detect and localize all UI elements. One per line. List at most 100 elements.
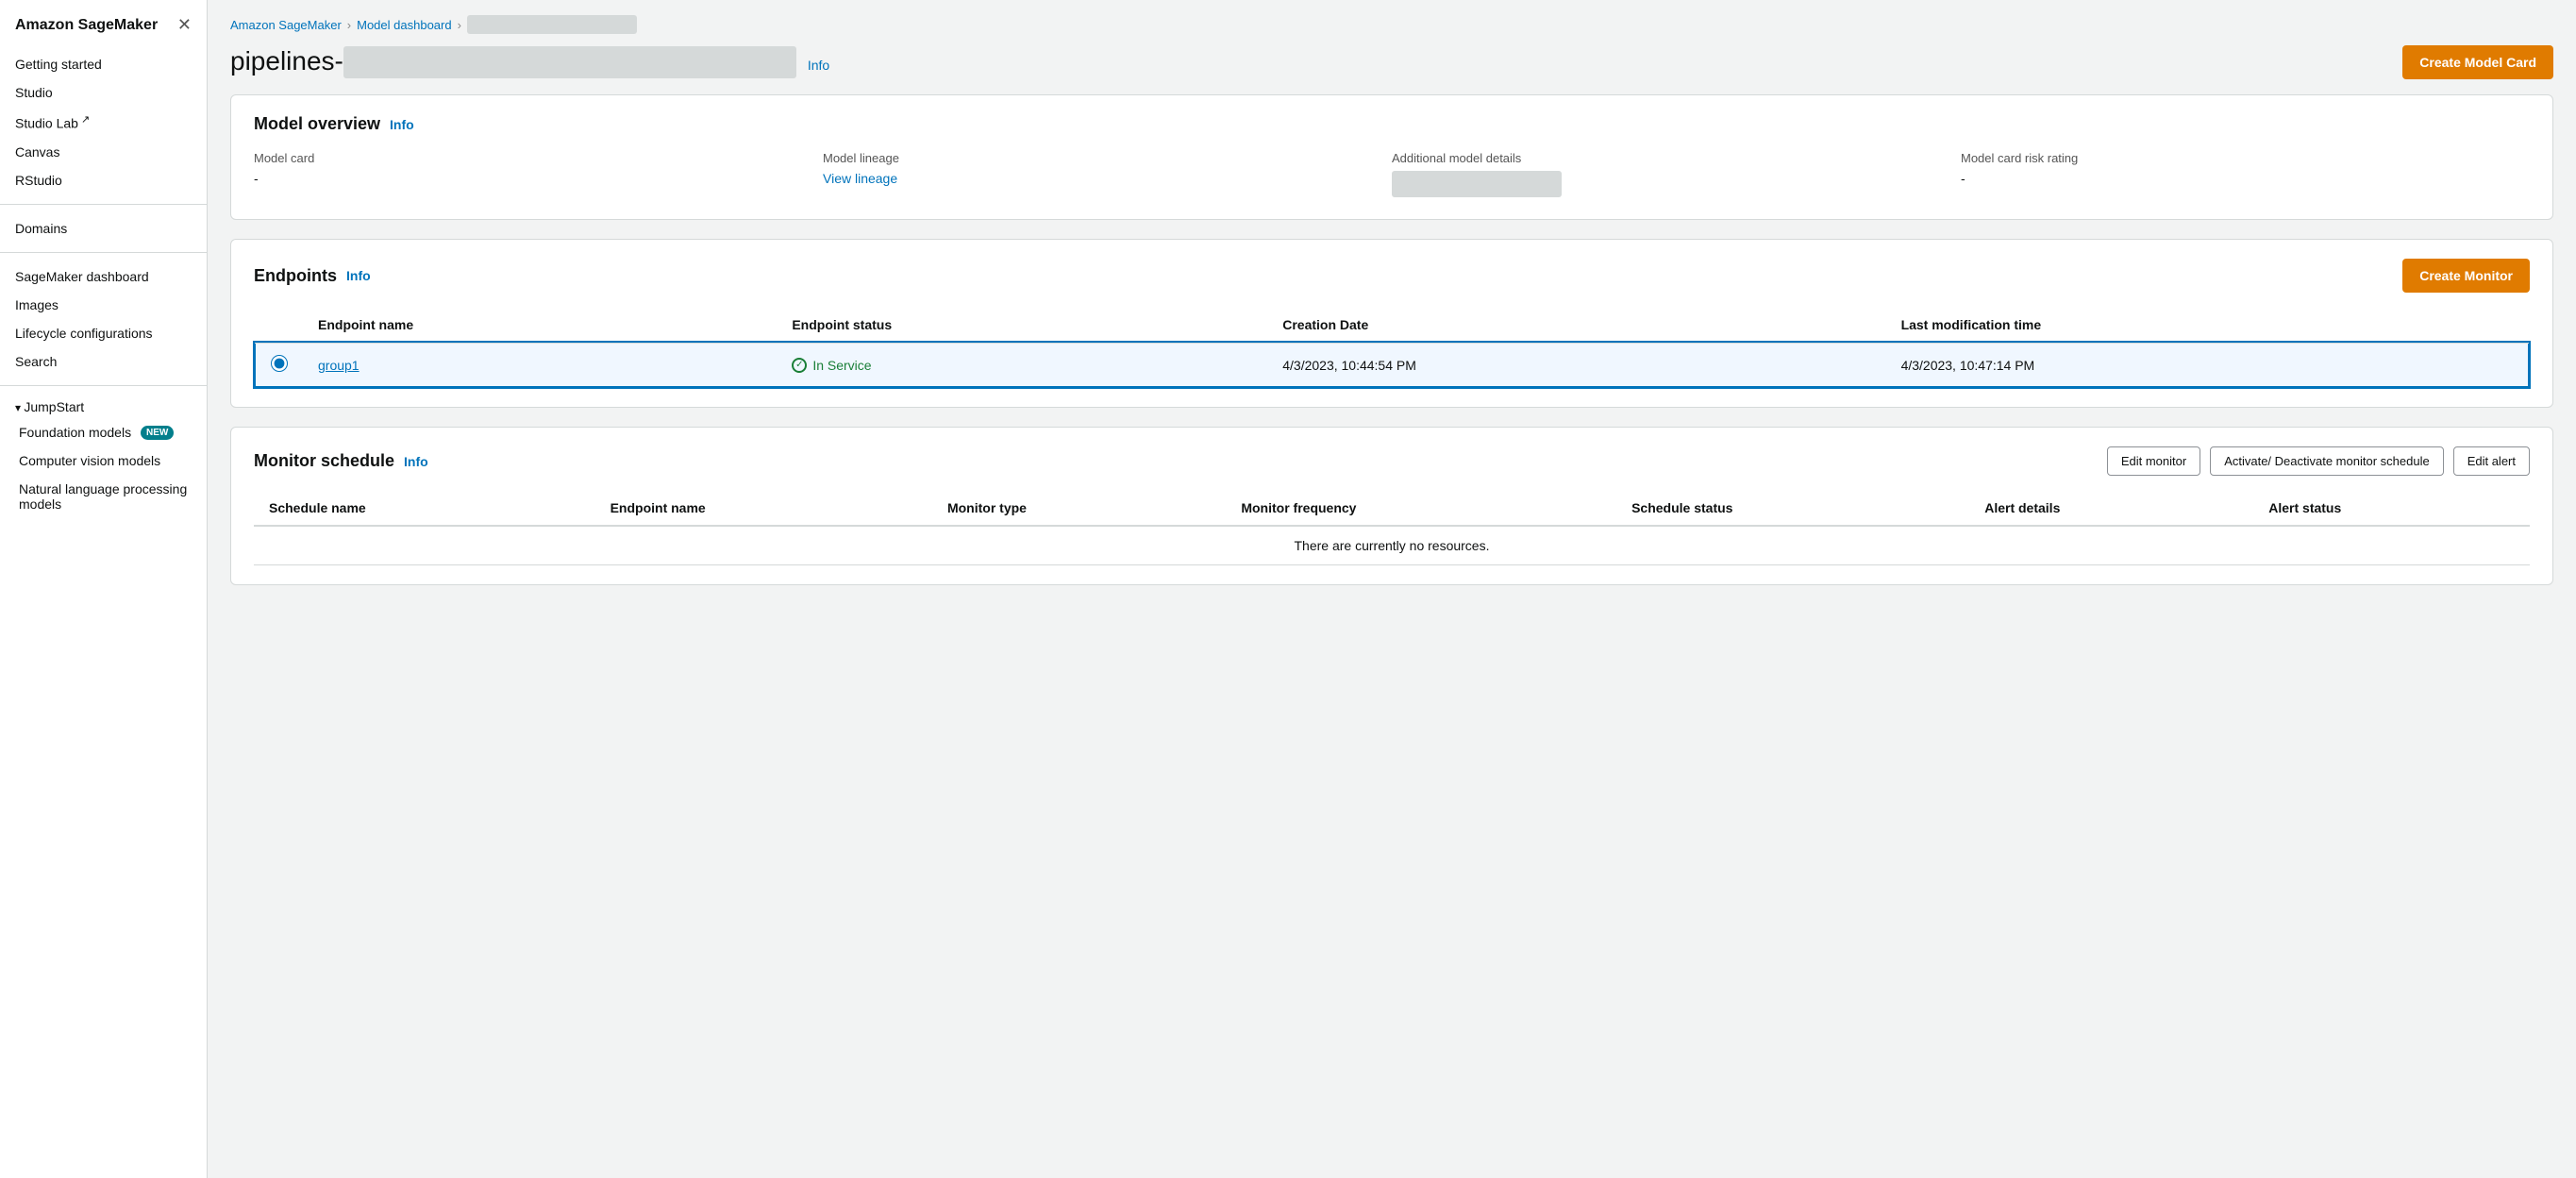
overview-col-risk-rating: Model card risk rating -: [1961, 151, 2530, 200]
breadcrumb-sagemaker[interactable]: Amazon SageMaker: [230, 18, 342, 32]
foundation-models-label: Foundation models: [19, 425, 131, 440]
sidebar-item-lifecycle-configurations[interactable]: Lifecycle configurations: [0, 319, 207, 347]
model-card-value: -: [254, 171, 804, 186]
page-title: pipelines-: [230, 46, 796, 79]
sidebar-header: Amazon SageMaker ✕: [0, 15, 207, 50]
sidebar-item-search[interactable]: Search: [0, 347, 207, 376]
monitor-col-endpoint-name: Endpoint name: [595, 491, 932, 526]
monitor-col-schedule-name: Schedule name: [254, 491, 595, 526]
monitor-col-alert-status: Alert status: [2253, 491, 2530, 526]
monitor-col-monitor-frequency: Monitor frequency: [1226, 491, 1616, 526]
endpoints-col-last-modified: Last modification time: [1886, 308, 2529, 343]
sidebar-title: Amazon SageMaker: [15, 17, 158, 34]
monitor-actions: Edit monitor Activate/ Deactivate monito…: [2107, 446, 2530, 476]
create-model-card-button[interactable]: Create Model Card: [2402, 45, 2553, 79]
sidebar-item-rstudio[interactable]: RStudio: [0, 166, 207, 194]
endpoint-row-name: group1: [303, 343, 777, 387]
sidebar-item-studio[interactable]: Studio: [0, 78, 207, 107]
status-circle-icon: ✓: [792, 358, 807, 373]
monitor-header-row: Schedule name Endpoint name Monitor type…: [254, 491, 2530, 526]
edit-alert-button[interactable]: Edit alert: [2453, 446, 2530, 476]
sidebar: Amazon SageMaker ✕ Getting started Studi…: [0, 0, 208, 1178]
endpoints-col-radio: [255, 308, 303, 343]
sidebar-divider-2: [0, 252, 207, 253]
monitor-header: Monitor schedule Info Edit monitor Activ…: [254, 446, 2530, 476]
endpoints-header: Endpoints Info Create Monitor: [254, 259, 2530, 293]
page-title-left: pipelines- Info: [230, 46, 829, 79]
endpoints-table-body: group1 ✓ In Service 4/3/2023, 10:44:54 P…: [255, 343, 2529, 387]
additional-details-label: Additional model details: [1392, 151, 1942, 165]
sidebar-item-canvas[interactable]: Canvas: [0, 138, 207, 166]
risk-rating-value: -: [1961, 171, 2511, 186]
model-overview-info-link[interactable]: Info: [390, 117, 414, 132]
sidebar-close-button[interactable]: ✕: [177, 15, 192, 35]
endpoint-row-creation-date: 4/3/2023, 10:44:54 PM: [1267, 343, 1885, 387]
risk-rating-label: Model card risk rating: [1961, 151, 2511, 165]
monitor-no-resources-row: There are currently no resources.: [254, 526, 2530, 565]
page-info-link[interactable]: Info: [808, 58, 829, 73]
monitor-schedule-card: Monitor schedule Info Edit monitor Activ…: [230, 427, 2553, 585]
endpoint-row-radio-cell: [255, 343, 303, 387]
studio-lab-label: Studio Lab: [15, 116, 78, 131]
sidebar-item-computer-vision-models[interactable]: Computer vision models: [0, 446, 207, 475]
create-monitor-button[interactable]: Create Monitor: [2402, 259, 2530, 293]
model-overview-title: Model overview Info: [254, 114, 2530, 134]
endpoint-name-link[interactable]: group1: [318, 358, 360, 373]
model-card-label: Model card: [254, 151, 804, 165]
sidebar-divider-3: [0, 385, 207, 386]
sidebar-item-getting-started[interactable]: Getting started: [0, 50, 207, 78]
model-lineage-label: Model lineage: [823, 151, 1373, 165]
table-row[interactable]: group1 ✓ In Service 4/3/2023, 10:44:54 P…: [255, 343, 2529, 387]
main-content: Amazon SageMaker › Model dashboard › pip…: [208, 0, 2576, 1178]
breadcrumb-model-dashboard[interactable]: Model dashboard: [357, 18, 451, 32]
endpoint-row-status: ✓ In Service: [777, 343, 1267, 387]
monitor-no-resources-text: There are currently no resources.: [254, 526, 2530, 565]
overview-col-additional-details: Additional model details: [1392, 151, 1961, 200]
endpoint-row-radio[interactable]: [271, 355, 288, 372]
model-lineage-value: View lineage: [823, 171, 1373, 186]
additional-details-value: [1392, 171, 1942, 200]
view-lineage-link[interactable]: View lineage: [823, 171, 897, 186]
monitor-col-schedule-status: Schedule status: [1616, 491, 1969, 526]
overview-col-model-lineage: Model lineage View lineage: [823, 151, 1392, 200]
page-title-prefix: pipelines-: [230, 46, 343, 76]
monitor-col-monitor-type: Monitor type: [932, 491, 1226, 526]
endpoints-col-name: Endpoint name: [303, 308, 777, 343]
endpoints-info-link[interactable]: Info: [346, 268, 371, 283]
sidebar-divider-1: [0, 204, 207, 205]
sidebar-item-nlp-models[interactable]: Natural language processing models: [0, 475, 207, 518]
breadcrumb-sep-2: ›: [458, 18, 461, 32]
additional-details-redacted: [1392, 171, 1562, 197]
monitor-table-body: There are currently no resources.: [254, 526, 2530, 565]
sidebar-item-domains[interactable]: Domains: [0, 214, 207, 243]
breadcrumb-current-pipeline: [467, 15, 637, 34]
new-badge: NEW: [141, 426, 174, 440]
model-overview-grid: Model card - Model lineage View lineage …: [254, 151, 2530, 200]
overview-col-model-card: Model card -: [254, 151, 823, 200]
endpoints-table-head: Endpoint name Endpoint status Creation D…: [255, 308, 2529, 343]
breadcrumb-sep-1: ›: [347, 18, 351, 32]
endpoint-row-last-modified: 4/3/2023, 10:47:14 PM: [1886, 343, 2529, 387]
monitor-title: Monitor schedule Info: [254, 451, 428, 471]
activate-deactivate-button[interactable]: Activate/ Deactivate monitor schedule: [2210, 446, 2444, 476]
endpoints-title: Endpoints Info: [254, 266, 371, 286]
monitor-table-head: Schedule name Endpoint name Monitor type…: [254, 491, 2530, 526]
sidebar-section-jumpstart[interactable]: JumpStart: [0, 395, 207, 418]
monitor-table: Schedule name Endpoint name Monitor type…: [254, 491, 2530, 565]
monitor-info-link[interactable]: Info: [404, 454, 428, 469]
monitor-col-alert-details: Alert details: [1969, 491, 2253, 526]
model-overview-card: Model overview Info Model card - Model l…: [230, 94, 2553, 220]
edit-monitor-button[interactable]: Edit monitor: [2107, 446, 2200, 476]
sidebar-item-images[interactable]: Images: [0, 291, 207, 319]
sidebar-item-sagemaker-dashboard[interactable]: SageMaker dashboard: [0, 262, 207, 291]
endpoints-col-status: Endpoint status: [777, 308, 1267, 343]
sidebar-item-foundation-models[interactable]: Foundation models NEW: [0, 418, 207, 447]
external-link-icon: ↗: [78, 114, 90, 126]
endpoints-col-creation-date: Creation Date: [1267, 308, 1885, 343]
sidebar-item-studio-lab[interactable]: Studio Lab ↗: [0, 107, 207, 138]
endpoints-table-header-row: Endpoint name Endpoint status Creation D…: [255, 308, 2529, 343]
page-title-redacted: [343, 46, 796, 78]
endpoints-card: Endpoints Info Create Monitor Endpoint n…: [230, 239, 2553, 408]
page-title-row: pipelines- Info Create Model Card: [208, 42, 2576, 94]
endpoints-table: Endpoint name Endpoint status Creation D…: [254, 308, 2530, 388]
